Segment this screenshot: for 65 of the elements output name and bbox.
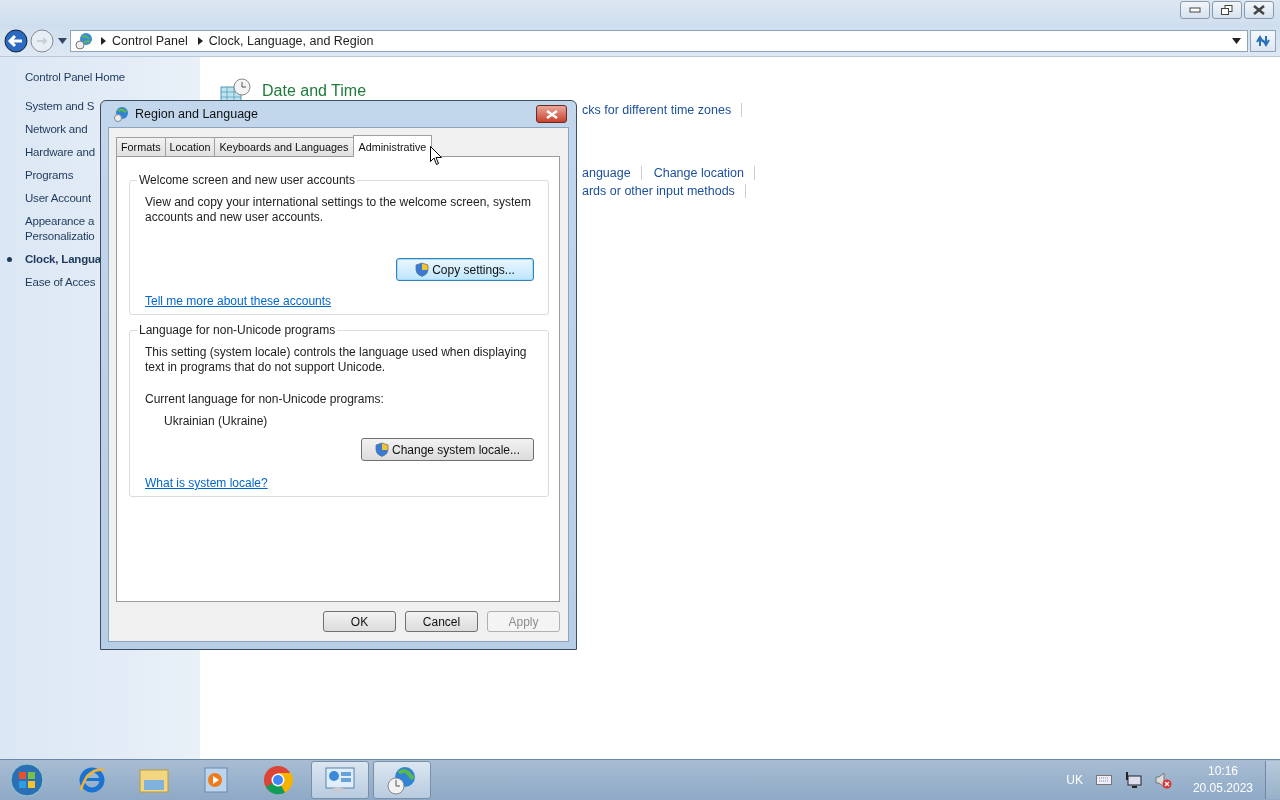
tab[interactable]: Keyboards and Languages [214,137,354,156]
help-link[interactable]: What is system locale? [145,476,268,490]
globe-clock-icon [386,765,418,795]
sidebar-link[interactable]: Clock, Langua [25,252,101,267]
tab[interactable]: Administrative [352,135,433,157]
task-link[interactable]: cks for different time zones [582,103,743,117]
muted-speaker-icon[interactable] [1153,771,1172,789]
browser-logo-icon [263,765,293,795]
group-title: Language for non-Unicode programs [138,323,337,337]
open-window-button[interactable] [311,761,369,799]
refresh-button[interactable] [1250,30,1276,52]
control-panel-icon [324,766,356,794]
tab[interactable]: Formats [116,137,166,156]
shield-icon [374,442,389,457]
windows-logo-icon [10,763,44,797]
copy-settings-button[interactable]: Copy settings... [396,258,534,281]
breadcrumb-arrow-icon [101,37,106,45]
breadcrumb-arrow-icon [197,37,203,45]
minimize-icon [1189,6,1201,14]
dropdown-arrow-icon[interactable] [1232,38,1241,44]
keyboard-icon[interactable] [1095,775,1112,785]
network-icon[interactable] [1123,771,1142,789]
open-window-button[interactable] [373,761,431,799]
sidebar-link[interactable]: Programs [25,168,74,183]
description-text: This setting (system locale) controls the language used when displaying text in programs that do not support Unicode. [145,345,528,375]
e-logo-icon [78,766,106,794]
sidebar-link[interactable]: Appearance a Personalizatio [25,214,95,244]
help-link[interactable]: Tell me more about these accounts [145,294,332,308]
dialog-button[interactable]: OK [323,611,396,632]
breadcrumb[interactable]: Clock, Language, and Region [208,34,374,48]
play-icon [203,766,229,794]
field-label: Current language for non-Unicode programs: [145,392,385,406]
category-heading[interactable]: Date and Time [262,82,367,100]
show-desktop-button[interactable] [1265,761,1280,799]
back-button[interactable] [3,28,29,54]
tab[interactable]: Location [164,137,216,156]
folder-icon [138,766,170,794]
sidebar-link[interactable]: Control Panel Home [25,71,125,83]
recent-pages-icon[interactable] [58,38,67,44]
change-system-locale-button[interactable]: Change system locale... [361,438,534,461]
current-language-value: Ukrainian (Ukraine) [164,414,269,428]
sidebar-link[interactable]: Network and [25,122,88,137]
sidebar-link[interactable]: System and S [25,99,95,114]
description-text: View and copy your international settings to the welcome screen, system accounts and new user accounts. [145,195,532,225]
restore-button[interactable] [1212,1,1242,19]
shield-icon [415,262,430,277]
globe-icon [113,106,129,122]
sidebar-link[interactable]: User Account [25,191,91,206]
close-icon [545,109,558,119]
dialog-title: Region and Language [135,107,259,121]
group-title: Welcome screen and new user accounts [138,173,356,187]
sidebar-link[interactable]: Hardware and [25,145,95,160]
task-link[interactable]: anguage [582,166,642,180]
control-panel-icon [75,32,93,50]
restore-icon [1221,5,1233,15]
close-icon [1253,5,1265,15]
refresh-icon [1255,34,1271,48]
close-button[interactable] [536,105,567,123]
task-link[interactable]: Change location [653,166,756,180]
breadcrumb[interactable]: Control Panel [112,34,188,48]
close-button[interactable] [1244,1,1274,19]
sidebar-link[interactable]: Ease of Acces [25,275,96,290]
address-bar[interactable]: Control Panel Clock, Language, and Region [70,30,1248,52]
task-link[interactable]: ards or other input methods [582,184,746,198]
dialog-button[interactable]: Cancel [405,611,478,632]
